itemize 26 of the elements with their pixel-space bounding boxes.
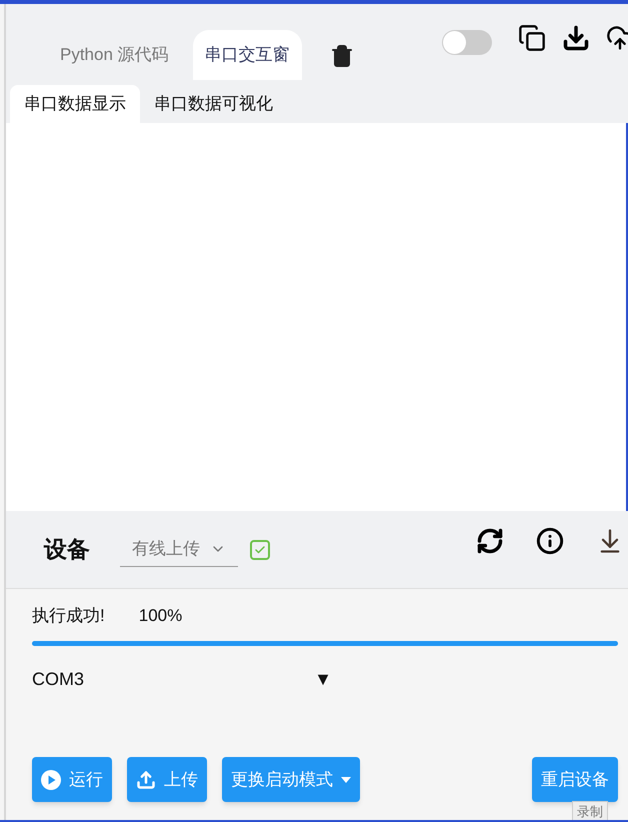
caret-icon <box>341 776 351 782</box>
download-icon[interactable] <box>562 24 590 52</box>
sub-tab[interactable]: 串口数据可视化 <box>140 85 287 123</box>
sub-tab[interactable]: 串口数据显示 <box>10 85 140 123</box>
toggle-switch[interactable] <box>442 30 492 55</box>
editor-tab[interactable]: Python 源代码 <box>44 30 185 80</box>
play-icon <box>41 770 61 790</box>
upload-mode-select[interactable]: 有线上传 <box>120 532 238 566</box>
mode-dropdown-button[interactable]: 更换启动模式 <box>222 757 360 802</box>
status-message: 执行成功! <box>32 605 105 627</box>
copy-icon[interactable] <box>518 24 546 52</box>
trash-icon[interactable] <box>330 44 354 68</box>
refresh-icon[interactable] <box>476 527 504 555</box>
device-title: 设备 <box>44 535 90 564</box>
restart-button[interactable]: 重启设备 <box>532 757 618 802</box>
check-icon <box>254 544 266 556</box>
checkbox[interactable] <box>250 540 270 560</box>
run-button[interactable]: 运行 <box>32 757 112 802</box>
editor-tab[interactable]: 串口交互窗 <box>192 30 302 80</box>
tooltip: 录制 <box>572 800 608 820</box>
cloud-upload-icon[interactable] <box>606 24 628 52</box>
progress-percent: 100% <box>138 605 182 627</box>
upload-icon <box>136 770 156 790</box>
upload-button[interactable]: 上传 <box>127 757 207 802</box>
port-select[interactable]: COM3 ▼ <box>32 666 332 692</box>
info-icon[interactable] <box>536 527 564 555</box>
